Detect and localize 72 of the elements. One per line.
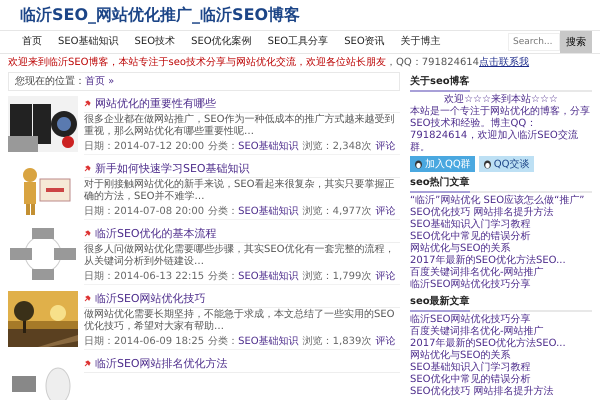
penguin-icon	[482, 160, 492, 168]
view-count: 浏览：4,977次	[302, 204, 372, 218]
search-button[interactable]: 搜索	[560, 31, 592, 53]
post-date: 日期：2014-06-09 18:25	[84, 334, 204, 348]
category-link[interactable]: SEO基础知识	[238, 334, 299, 348]
contact-link[interactable]: 点击联系我	[479, 56, 530, 69]
about-text: 本站是一个专注于网站优化的博客，分享SEO技术和经验。博主QQ：791824614，欢迎加入临沂SEO交流群。	[410, 106, 591, 154]
post-title[interactable]: 新手如何快速学习SEO基础知识	[95, 161, 250, 176]
post-excerpt: 很多人问做网站优化需要哪些步骤，其实SEO优化有一套完整的流程，从关键词分析到外链建设…	[84, 244, 396, 268]
nav-link[interactable]: SEO优化案例	[183, 31, 260, 53]
post-excerpt: 很多企业都在做网站推广，SEO作为一种低成本的推广方式越来越受到重视，那么网站优化有哪些重要性呢…	[84, 114, 396, 138]
comments-link[interactable]: 评论	[375, 269, 396, 283]
comments-link[interactable]: 评论	[375, 334, 396, 348]
notice-text: 欢迎来到临沂SEO博客，本站专注于seo技术分享与网站优化交流，欢迎各位站长朋友	[8, 56, 386, 69]
nav-link[interactable]: 首页	[14, 31, 50, 53]
article-link[interactable]: 临沂SEO网站优化技巧分享	[410, 279, 531, 290]
pin-icon	[84, 230, 91, 237]
widget-title: seo热门文章	[410, 175, 470, 193]
comments-link[interactable]: 评论	[375, 204, 396, 218]
category-label: 分类：	[208, 334, 238, 348]
view-count: 浏览：1,839次	[302, 334, 372, 348]
breadcrumb-link[interactable]: 首页 »	[85, 75, 114, 88]
site-title[interactable]: 临沂SEO_网站优化推广_临沂SEO博客	[20, 5, 580, 26]
article-link[interactable]: SEO基础知识入门学习教程	[410, 219, 531, 230]
category-label: 分类：	[208, 270, 238, 283]
article-link[interactable]: 百度关键词排名优化-网站推广	[410, 326, 544, 337]
post-title[interactable]: 临沂SEO优化的基本流程	[95, 226, 217, 241]
post-title[interactable]: 临沂SEO网站排名优化方法	[95, 356, 228, 371]
view-count: 浏览：1,799次	[302, 270, 372, 283]
breadcrumb-label: 您现在的位置：	[15, 75, 85, 88]
category-link[interactable]: SEO基础知识	[238, 269, 299, 283]
contact-text: ，QQ：791824614	[386, 56, 480, 69]
nav-link[interactable]: 关于博主	[392, 31, 449, 53]
article-link[interactable]: SEO优化中常见的错误分析	[410, 374, 531, 385]
nav-link[interactable]: SEO技术	[126, 31, 184, 53]
chat-button[interactable]: QQ交谈	[478, 156, 534, 172]
post-date: 日期：2014-07-12 20:00	[84, 140, 204, 153]
category-link[interactable]: SEO基础知识	[238, 139, 299, 153]
article-link[interactable]: 临沂SEO网站优化技巧分享	[410, 314, 531, 325]
widget-title: seo最新文章	[410, 294, 470, 312]
pin-icon	[84, 165, 91, 172]
widget-title: 关于seo博客	[410, 74, 470, 92]
comments-link[interactable]: 评论	[375, 139, 396, 153]
nav-link[interactable]: SEO工具分享	[260, 31, 336, 53]
article-link[interactable]: SEO优化技巧 网站排名提升方法	[410, 386, 554, 397]
article-link[interactable]: SEO基础知识入门学习教程	[410, 362, 531, 373]
post-title[interactable]: 网站优化的重要性有哪些	[95, 96, 216, 111]
article-link[interactable]: 网站优化与SEO的关系	[410, 243, 511, 254]
article-link[interactable]: 2017年最新的SEO优化方法SEO...	[410, 338, 566, 349]
article-link[interactable]: 2017年最新的SEO优化方法SEO...	[410, 255, 566, 266]
category-link[interactable]: SEO基础知识	[238, 204, 299, 218]
post-excerpt: 做网站优化需要长期坚持，不能急于求成，本文总结了一些实用的SEO优化技巧，希望对大家有帮助…	[84, 309, 396, 333]
category-label: 分类：	[208, 204, 238, 218]
penguin-icon	[414, 160, 423, 168]
article-link[interactable]: 百度关键词排名优化-网站推广	[410, 267, 544, 278]
pin-icon	[84, 100, 91, 107]
view-count: 浏览：2,348次	[302, 140, 372, 153]
post-excerpt: 对于刚接触网站优化的新手来说，SEO看起来很复杂，其实只要掌握正确的方法，SEO并不难学…	[84, 179, 396, 203]
post-date: 日期：2014-07-08 20:00	[84, 204, 204, 218]
nav-link[interactable]: SEO基础知识	[50, 31, 127, 53]
post-date: 日期：2014-06-13 22:15	[84, 270, 204, 283]
search-field[interactable]: Search...	[508, 33, 560, 51]
greeting-text: 欢迎☆☆☆来到本站☆☆☆	[443, 94, 559, 106]
nav-link[interactable]: SEO资讯	[336, 31, 393, 53]
pin-icon	[84, 360, 91, 367]
category-label: 分类：	[208, 140, 238, 153]
article-link[interactable]: SEO优化中常见的错误分析	[410, 231, 531, 242]
pin-icon	[84, 295, 91, 302]
article-link[interactable]: “临沂”网站优化 SEO应该怎么做“推广”	[410, 195, 584, 206]
article-link[interactable]: 网站优化与SEO的关系	[410, 350, 511, 361]
post-title[interactable]: 临沂SEO网站优化技巧	[95, 291, 206, 306]
article-link[interactable]: SEO优化技巧 网站排名提升方法	[410, 207, 554, 218]
